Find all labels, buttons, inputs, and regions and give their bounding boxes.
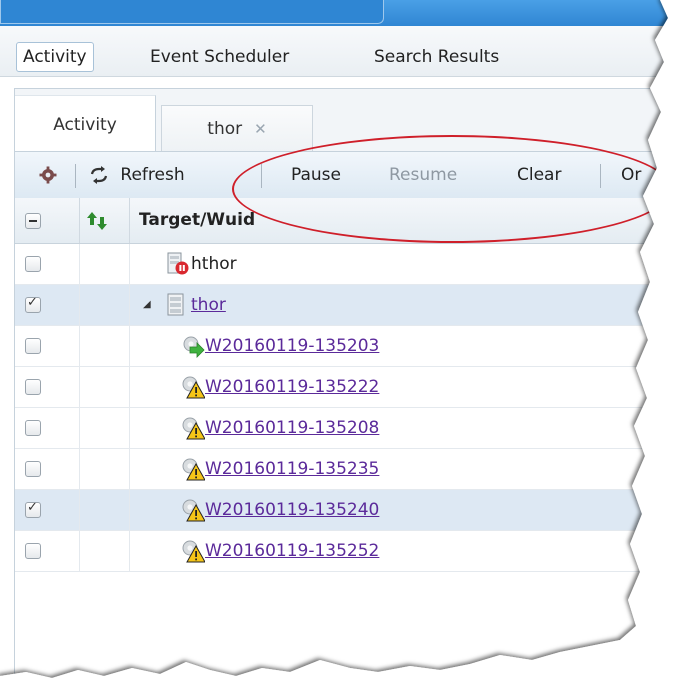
row-target-cell: W20160119-135252 xyxy=(181,531,379,571)
row-target-cell: W20160119-135235 xyxy=(181,449,379,489)
row-link[interactable]: thor xyxy=(191,295,226,315)
row-priority-cell xyxy=(79,449,130,489)
workunit-warning-icon xyxy=(182,499,205,522)
toolbar-separator xyxy=(75,164,76,188)
refresh-icon xyxy=(90,166,108,184)
row-priority-cell xyxy=(79,285,130,325)
close-icon[interactable]: ✕ xyxy=(254,120,267,138)
row-target-cell: W20160119-135203 xyxy=(181,326,379,366)
row-target-cell: W20160119-135208 xyxy=(181,408,379,448)
row-link[interactable]: W20160119-135252 xyxy=(205,541,379,561)
annotation-ellipse xyxy=(232,135,672,243)
select-all-header xyxy=(15,198,80,243)
cluster-paused-icon xyxy=(167,252,189,275)
workunit-warning-icon xyxy=(182,540,205,563)
global-search-box[interactable] xyxy=(0,0,384,24)
row-checkbox[interactable] xyxy=(25,500,41,518)
select-all-checkbox[interactable] xyxy=(25,213,41,229)
row-link[interactable]: W20160119-135222 xyxy=(205,377,379,397)
row-target-cell: thor xyxy=(167,285,226,325)
table-row[interactable]: W20160119-135240 xyxy=(15,490,679,531)
row-priority-cell xyxy=(79,367,130,407)
row-link[interactable]: W20160119-135240 xyxy=(205,500,379,520)
row-select-cell xyxy=(15,490,80,530)
subtab-activity[interactable]: Activity xyxy=(15,95,156,152)
cluster-icon xyxy=(167,293,184,316)
row-target-cell: W20160119-135222 xyxy=(181,367,379,407)
row-link[interactable]: W20160119-135208 xyxy=(205,418,379,438)
settings-button[interactable] xyxy=(39,152,57,198)
row-checkbox[interactable] xyxy=(25,256,41,272)
tab-activity[interactable]: Activity xyxy=(16,42,94,72)
table-row[interactable]: W20160119-135222 xyxy=(15,367,679,408)
row-select-cell xyxy=(15,531,80,571)
row-checkbox[interactable] xyxy=(25,338,41,354)
row-priority-cell xyxy=(79,244,130,284)
gear-icon xyxy=(39,166,57,184)
row-checkbox[interactable] xyxy=(25,543,41,559)
refresh-button[interactable]: Refresh xyxy=(89,152,185,198)
subtab-thor-label: thor xyxy=(207,119,243,139)
row-target-cell: W20160119-135240 xyxy=(181,490,379,530)
row-select-cell xyxy=(15,326,80,366)
workunit-warning-icon xyxy=(182,458,205,481)
row-priority-cell xyxy=(79,408,130,448)
row-checkbox[interactable] xyxy=(25,379,41,395)
top-bar xyxy=(0,0,679,26)
row-priority-cell xyxy=(79,490,130,530)
row-priority-cell xyxy=(79,531,130,571)
row-select-cell xyxy=(15,408,80,448)
refresh-label: Refresh xyxy=(120,165,185,185)
table-row[interactable]: hthor xyxy=(15,244,679,285)
row-select-cell xyxy=(15,449,80,489)
priority-header[interactable] xyxy=(79,198,130,243)
row-checkbox[interactable] xyxy=(25,420,41,436)
row-checkbox[interactable] xyxy=(25,461,41,477)
column-target-wuid[interactable]: Target/Wuid xyxy=(139,198,255,243)
row-link[interactable]: W20160119-135203 xyxy=(205,336,379,356)
tab-event-scheduler[interactable]: Event Scheduler xyxy=(150,43,289,71)
screenshot-stage: Activity Event Scheduler Search Results … xyxy=(0,0,679,696)
expand-triangle-icon[interactable]: ◢ xyxy=(143,299,151,310)
row-select-cell xyxy=(15,367,80,407)
row-priority-cell xyxy=(79,326,130,366)
main-tab-bar: Activity Event Scheduler Search Results xyxy=(0,26,679,77)
indeterminate-mark xyxy=(29,220,37,222)
workunit-warning-icon xyxy=(182,376,205,399)
table-row[interactable]: W20160119-135208 xyxy=(15,408,679,449)
table-row[interactable]: W20160119-135203 xyxy=(15,326,679,367)
table-row[interactable]: W20160119-135252 xyxy=(15,531,679,572)
workunit-warning-icon xyxy=(182,417,205,440)
tab-search-results[interactable]: Search Results xyxy=(374,43,499,71)
row-select-cell xyxy=(15,285,80,325)
subtab-thor[interactable]: thor ✕ xyxy=(161,105,313,152)
row-link[interactable]: W20160119-135235 xyxy=(205,459,379,479)
priority-arrows-icon xyxy=(87,212,107,230)
row-select-cell xyxy=(15,244,80,284)
table-row[interactable]: W20160119-135235 xyxy=(15,449,679,490)
row-label: hthor xyxy=(191,254,237,274)
row-target-cell: hthor xyxy=(167,244,237,284)
row-checkbox[interactable] xyxy=(25,295,41,313)
workunit-running-icon xyxy=(183,336,205,358)
table-row[interactable]: ◢ thor xyxy=(15,285,679,326)
